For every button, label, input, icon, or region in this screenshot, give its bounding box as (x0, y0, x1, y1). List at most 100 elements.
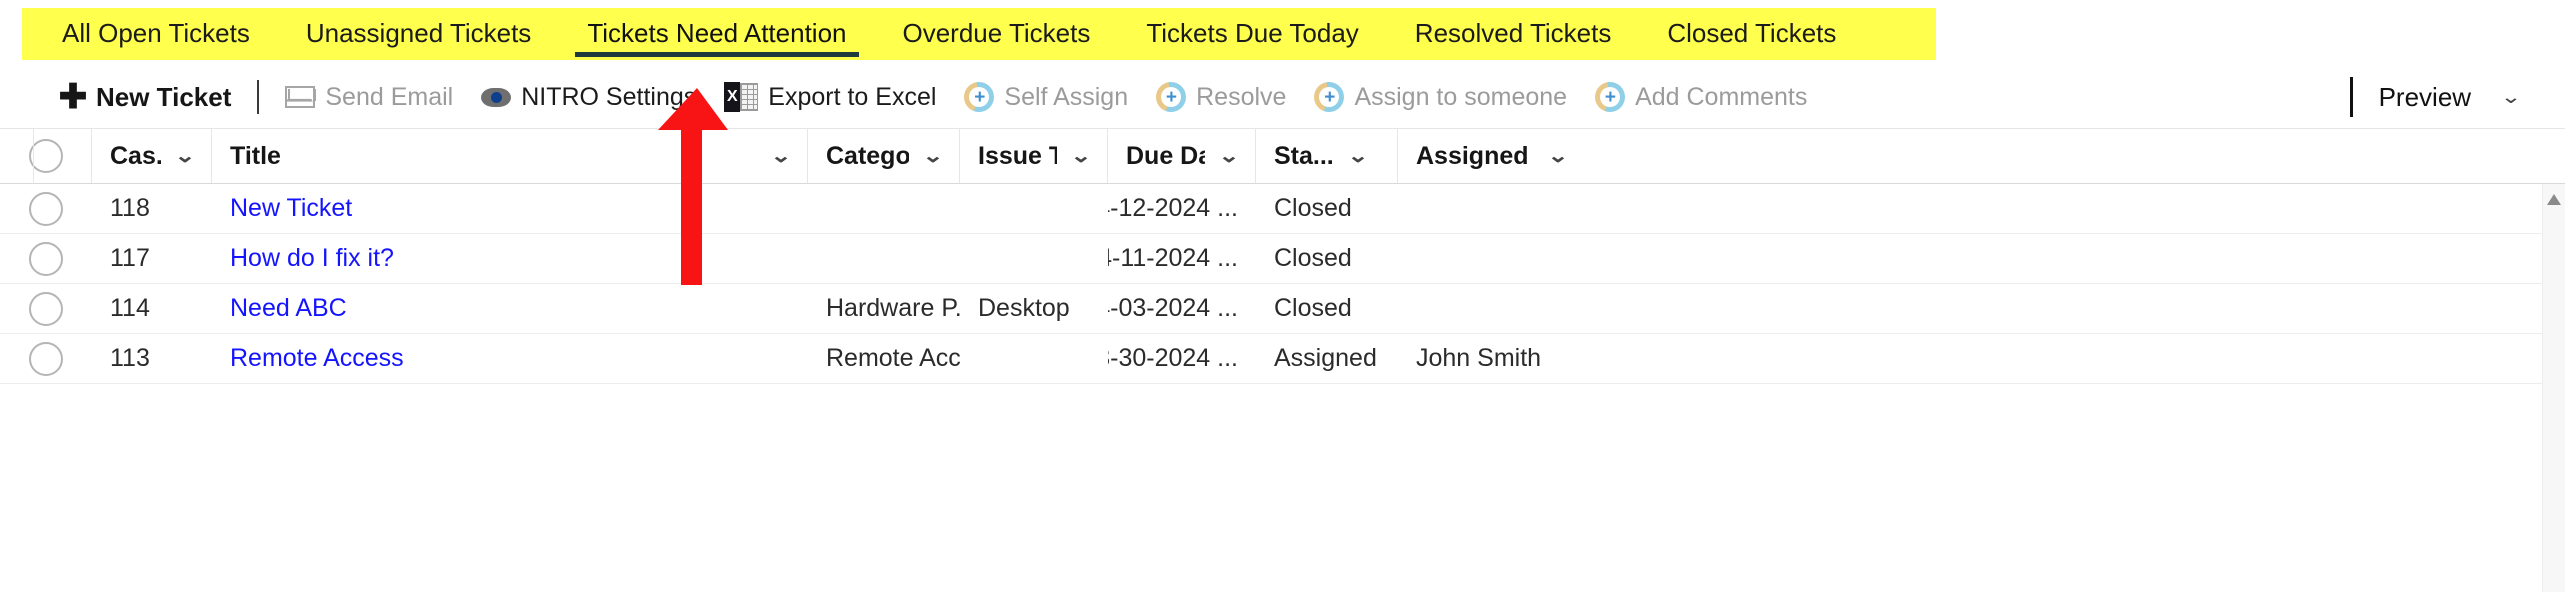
cell-assigned-staff (1398, 184, 1584, 234)
chevron-down-icon: ⌄ (2500, 86, 2522, 108)
cell-issue-type (960, 234, 1108, 284)
column-header-category[interactable]: Category ⌄ (808, 129, 960, 183)
column-header-status[interactable]: Sta... ⌄ (1256, 129, 1398, 183)
resolve-button[interactable]: + Resolve (1142, 66, 1300, 128)
resolve-label: Resolve (1196, 82, 1287, 111)
row-select-cell[interactable] (0, 334, 92, 384)
table-row[interactable]: 113 Remote Access Remote Acc... 03-30-20… (0, 334, 2565, 384)
view-tabs: All Open Tickets Unassigned Tickets Tick… (0, 0, 2565, 66)
column-header-label: Title (230, 141, 281, 170)
cell-title[interactable]: Remote Access (212, 334, 808, 384)
tab-unassigned-tickets[interactable]: Unassigned Tickets (278, 0, 559, 66)
plus-icon: ✚ (58, 78, 88, 116)
column-header-label: Sta... (1274, 141, 1334, 170)
ticket-title-link[interactable]: New Ticket (230, 194, 352, 223)
chevron-down-icon: ⌄ (922, 145, 944, 167)
cell-status: Closed (1274, 244, 1352, 272)
grid-header-row: Cas... ⌄ Title ⌄ Category ⌄ Issue T... ⌄… (0, 128, 2565, 184)
tab-label: Resolved Tickets (1414, 17, 1612, 48)
tab-all-open-tickets[interactable]: All Open Tickets (34, 0, 278, 66)
cell-issue-type (960, 184, 1108, 234)
column-header-title[interactable]: Title ⌄ (212, 129, 808, 183)
row-select-cell[interactable] (0, 234, 92, 284)
export-to-excel-label: Export to Excel (768, 82, 937, 111)
column-header-label: Cas... (110, 141, 161, 170)
vertical-scrollbar[interactable] (2542, 184, 2565, 592)
cell-status: Assigned (1274, 344, 1377, 372)
cell-category: Remote Acc... (826, 344, 960, 372)
cell-category: Hardware P... (826, 294, 960, 322)
column-header-select[interactable] (0, 129, 92, 183)
ticket-list-page: All Open Tickets Unassigned Tickets Tick… (0, 0, 2565, 592)
chevron-down-icon: ⌄ (1218, 145, 1240, 167)
row-select-radio[interactable] (29, 291, 63, 326)
nitro-settings-button[interactable]: NITRO Settings (467, 66, 710, 128)
ticket-title-link[interactable]: Need ABC (230, 294, 347, 323)
ticket-title-link[interactable]: Remote Access (230, 344, 404, 373)
refresh-plus-icon: + (1595, 82, 1626, 112)
assign-to-someone-button[interactable]: + Assign to someone (1300, 66, 1581, 128)
assign-to-someone-label: Assign to someone (1354, 82, 1568, 111)
self-assign-label: Self Assign (1004, 82, 1129, 111)
tab-selected-underline (575, 52, 859, 57)
tab-closed-tickets[interactable]: Closed Tickets (1639, 0, 1864, 66)
cell-assigned-staff (1398, 284, 1584, 334)
column-header-issue-type[interactable]: Issue T... ⌄ (960, 129, 1108, 183)
cell-assigned-staff: John Smith (1416, 344, 1542, 372)
toolbar-divider (257, 80, 260, 114)
cell-case: 117 (110, 244, 150, 272)
chevron-down-icon: ⌄ (1547, 145, 1569, 167)
tab-resolved-tickets[interactable]: Resolved Tickets (1387, 0, 1640, 66)
tab-label: Tickets Need Attention (587, 17, 847, 48)
cell-due-date: 04-12-2024 ... (1108, 194, 1238, 222)
column-header-label: Issue T... (978, 141, 1058, 170)
preview-label: Preview (2378, 81, 2472, 112)
column-header-case[interactable]: Cas... ⌄ (92, 129, 212, 183)
column-header-label: Category (826, 141, 910, 170)
tab-tickets-need-attention[interactable]: Tickets Need Attention (559, 0, 874, 66)
cell-title[interactable]: Need ABC (212, 284, 808, 334)
table-row[interactable]: 118 New Ticket 04-12-2024 ... Closed (0, 184, 2565, 234)
refresh-plus-icon: + (1314, 82, 1345, 112)
row-select-cell[interactable] (0, 184, 92, 234)
table-row[interactable]: 114 Need ABC Hardware P... Desktop 04-03… (0, 284, 2565, 334)
tab-overdue-tickets[interactable]: Overdue Tickets (875, 0, 1119, 66)
add-comments-label: Add Comments (1635, 82, 1808, 111)
cell-case: 113 (110, 344, 150, 372)
cell-issue-type: Desktop (978, 294, 1070, 322)
self-assign-button[interactable]: + Self Assign (950, 66, 1142, 128)
scroll-up-arrow-icon[interactable] (2547, 194, 2561, 205)
cell-status: Closed (1274, 294, 1352, 322)
tab-label: Unassigned Tickets (305, 17, 532, 48)
nitro-settings-label: NITRO Settings (521, 82, 697, 111)
export-to-excel-button[interactable]: X Export to Excel (710, 66, 950, 128)
cell-due-date: 04-11-2024 ... (1108, 244, 1238, 272)
tab-label: Tickets Due Today (1146, 17, 1359, 48)
cell-title[interactable]: New Ticket (212, 184, 808, 234)
refresh-plus-icon: + (1156, 82, 1187, 112)
column-header-due-date[interactable]: Due Date ⌄ (1108, 129, 1256, 183)
cell-assigned-staff (1398, 234, 1584, 284)
new-ticket-button[interactable]: ✚ New Ticket (46, 66, 245, 128)
tab-tickets-due-today[interactable]: Tickets Due Today (1118, 0, 1386, 66)
cell-case: 114 (110, 294, 150, 322)
table-row[interactable]: 117 How do I fix it? 04-11-2024 ... Clos… (0, 234, 2565, 284)
cell-title[interactable]: How do I fix it? (212, 234, 808, 284)
preview-dropdown[interactable]: Preview ⌄ (2378, 81, 2522, 113)
row-select-radio[interactable] (29, 341, 63, 376)
cell-due-date: 04-03-2024 ... (1108, 294, 1238, 322)
tab-label: Closed Tickets (1667, 17, 1837, 48)
new-ticket-label: New Ticket (96, 81, 232, 112)
add-comments-button[interactable]: + Add Comments (1581, 66, 1821, 128)
row-select-radio[interactable] (29, 241, 63, 276)
ticket-title-link[interactable]: How do I fix it? (230, 244, 394, 273)
toolbar-right-group: Preview ⌄ (2349, 77, 2565, 117)
column-header-assigned-staff[interactable]: Assigned S... ⌄ (1398, 129, 1584, 183)
send-email-button[interactable]: Send Email (271, 66, 467, 128)
chevron-down-icon: ⌄ (1070, 145, 1092, 167)
row-select-cell[interactable] (0, 284, 92, 334)
cell-due-date: 03-30-2024 ... (1108, 344, 1238, 372)
tab-label: All Open Tickets (62, 17, 250, 48)
command-toolbar: ✚ New Ticket Send Email NITRO Settings X… (0, 66, 2565, 128)
row-select-radio[interactable] (29, 191, 63, 226)
